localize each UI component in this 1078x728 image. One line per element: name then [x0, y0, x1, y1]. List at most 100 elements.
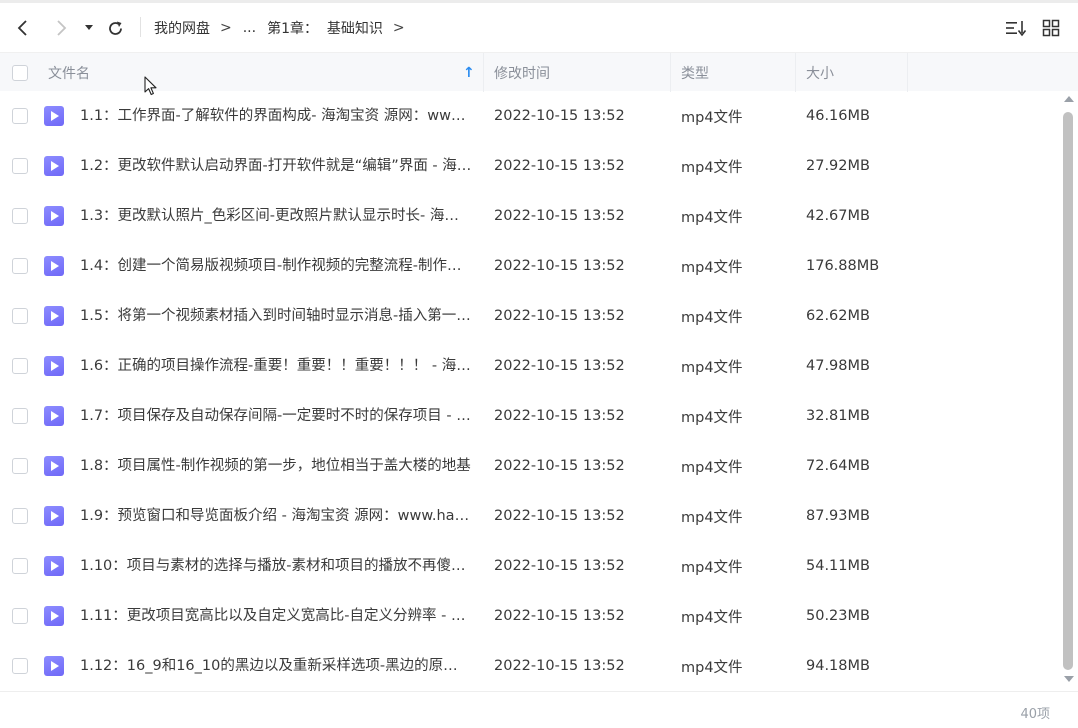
file-size: 42.67MB [806, 208, 870, 224]
back-button[interactable] [12, 17, 34, 39]
file-name[interactable]: 1.11：更改项目宽高比以及自定义宽高比-自定义分辨率 - 海淘宝资 [80, 591, 472, 641]
file-name[interactable]: 1.3：更改默认照片_色彩区间-更改照片默认显示时长- 海淘宝资 [80, 191, 472, 241]
toolbar-separator [140, 17, 141, 37]
table-row[interactable]: 1.7：项目保存及自动保存间隔-一定要时不时的保存项目 - 海淘宝资 2022-… [0, 391, 1060, 441]
row-checkbox[interactable] [12, 608, 28, 624]
row-checkbox-cell[interactable] [12, 541, 28, 591]
table-row[interactable]: 1.10：项目与素材的选择与播放-素材和项目的播放不再傻傻分不清 2022-10… [0, 541, 1060, 591]
file-name[interactable]: 1.5：将第一个视频素材插入到时间轴时显示消息-插入第一个视频 [80, 291, 472, 341]
table-row[interactable]: 1.3：更改默认照片_色彩区间-更改照片默认显示时长- 海淘宝资 2022-10… [0, 191, 1060, 241]
video-file-icon [44, 406, 64, 426]
select-all-checkbox-cell[interactable] [12, 53, 28, 92]
file-name[interactable]: 1.8：项目属性-制作视频的第一步，地位相当于盖大楼的地基 [80, 441, 472, 491]
file-name[interactable]: 1.4：创建一个简易版视频项目-制作视频的完整流程-制作视频 [80, 241, 472, 291]
breadcrumb-separator: > [220, 19, 232, 36]
file-name[interactable]: 1.9：预览窗口和导览面板介绍 - 海淘宝资 源网：www.haitao [80, 491, 472, 541]
column-header-name[interactable]: 文件名 [48, 53, 90, 92]
toolbar: 我的网盘 > ... 第1章： 基础知识 > [0, 3, 1078, 52]
row-checkbox-cell[interactable] [12, 391, 28, 441]
caret-down-icon [85, 25, 93, 30]
breadcrumb-root[interactable]: 我的网盘 [154, 18, 210, 38]
column-header-modified[interactable]: 修改时间 [494, 53, 550, 92]
row-checkbox[interactable] [12, 308, 28, 324]
file-modified-time: 2022-10-15 13:52 [494, 458, 625, 474]
column-header-size[interactable]: 大小 [806, 53, 834, 92]
scroll-up-arrow-icon[interactable] [1064, 96, 1074, 102]
row-checkbox[interactable] [12, 358, 28, 374]
table-row[interactable]: 1.5：将第一个视频素材插入到时间轴时显示消息-插入第一个视频 2022-10-… [0, 291, 1060, 341]
row-checkbox-cell[interactable] [12, 641, 28, 691]
file-modified-time: 2022-10-15 13:52 [494, 658, 625, 674]
row-checkbox-cell[interactable] [12, 341, 28, 391]
select-all-checkbox[interactable] [12, 64, 28, 81]
row-checkbox-cell[interactable] [12, 191, 28, 241]
file-name[interactable]: 1.10：项目与素材的选择与播放-素材和项目的播放不再傻傻分不清 [80, 541, 472, 591]
file-modified-time: 2022-10-15 13:52 [494, 508, 625, 524]
row-checkbox-cell[interactable] [12, 291, 28, 341]
file-modified-time: 2022-10-15 13:52 [494, 158, 625, 174]
table-row[interactable]: 1.6：正确的项目操作流程-重要！重要！！重要！！！ - 海淘宝资 2022-1… [0, 341, 1060, 391]
video-file-icon [44, 506, 64, 526]
table-row[interactable]: 1.12：16_9和16_10的黑边以及重新采样选项-黑边的原因及解决 2022… [0, 641, 1060, 691]
row-checkbox[interactable] [12, 408, 28, 424]
video-file-icon [44, 606, 64, 626]
table-row[interactable]: 1.8：项目属性-制作视频的第一步，地位相当于盖大楼的地基 2022-10-15… [0, 441, 1060, 491]
column-divider[interactable] [483, 53, 484, 92]
video-file-icon [44, 356, 64, 376]
grid-view-button[interactable] [1040, 17, 1062, 39]
breadcrumb-current[interactable]: 第1章： 基础知识 [267, 18, 383, 38]
column-divider[interactable] [670, 53, 671, 92]
file-type: mp4文件 [681, 559, 743, 576]
row-checkbox[interactable] [12, 658, 28, 674]
history-dropdown-button[interactable] [82, 17, 96, 39]
file-size: 47.98MB [806, 358, 870, 374]
vertical-scrollbar[interactable] [1060, 91, 1078, 691]
column-header-type[interactable]: 类型 [681, 53, 709, 92]
row-checkbox-cell[interactable] [12, 591, 28, 641]
row-checkbox[interactable] [12, 158, 28, 174]
row-checkbox[interactable] [12, 558, 28, 574]
refresh-button[interactable] [104, 17, 126, 39]
row-checkbox[interactable] [12, 208, 28, 224]
file-type: mp4文件 [681, 359, 743, 376]
file-list: 1.1：工作界面-了解软件的界面构成- 海淘宝资 源网：www.h 2022-1… [0, 91, 1060, 691]
file-name[interactable]: 1.7：项目保存及自动保存间隔-一定要时不时的保存项目 - 海淘宝资 [80, 391, 472, 441]
file-name[interactable]: 1.12：16_9和16_10的黑边以及重新采样选项-黑边的原因及解决 [80, 641, 472, 691]
row-checkbox-cell[interactable] [12, 241, 28, 291]
file-size: 62.62MB [806, 308, 870, 324]
table-row[interactable]: 1.9：预览窗口和导览面板介绍 - 海淘宝资 源网：www.haitao 202… [0, 491, 1060, 541]
table-row[interactable]: 1.11：更改项目宽高比以及自定义宽高比-自定义分辨率 - 海淘宝资 2022-… [0, 591, 1060, 641]
file-modified-time: 2022-10-15 13:52 [494, 208, 625, 224]
sort-arrow-icon[interactable]: ↑ [463, 53, 475, 92]
scroll-down-arrow-icon[interactable] [1064, 676, 1074, 682]
table-row[interactable]: 1.1：工作界面-了解软件的界面构成- 海淘宝资 源网：www.h 2022-1… [0, 91, 1060, 141]
file-size: 94.18MB [806, 658, 870, 674]
file-modified-time: 2022-10-15 13:52 [494, 608, 625, 624]
column-divider[interactable] [795, 53, 796, 92]
sort-button[interactable] [1005, 17, 1027, 39]
forward-button[interactable] [50, 17, 72, 39]
file-name[interactable]: 1.6：正确的项目操作流程-重要！重要！！重要！！！ - 海淘宝资 [80, 341, 472, 391]
scrollbar-thumb[interactable] [1063, 112, 1073, 670]
column-divider[interactable] [907, 53, 908, 92]
breadcrumb-ellipsis[interactable]: ... [243, 20, 256, 36]
row-checkbox-cell[interactable] [12, 441, 28, 491]
row-checkbox[interactable] [12, 258, 28, 274]
row-checkbox-cell[interactable] [12, 491, 28, 541]
video-file-icon [44, 206, 64, 226]
file-name[interactable]: 1.2：更改软件默认启动界面-打开软件就是“编辑”界面 - 海淘宝资 [80, 141, 472, 191]
file-size: 46.16MB [806, 108, 870, 124]
breadcrumb-separator: > [392, 19, 405, 36]
file-type: mp4文件 [681, 609, 743, 626]
table-row[interactable]: 1.4：创建一个简易版视频项目-制作视频的完整流程-制作视频 2022-10-1… [0, 241, 1060, 291]
row-checkbox-cell[interactable] [12, 141, 28, 191]
row-checkbox[interactable] [12, 108, 28, 124]
row-checkbox[interactable] [12, 508, 28, 524]
file-size: 50.23MB [806, 608, 870, 624]
table-row[interactable]: 1.2：更改软件默认启动界面-打开软件就是“编辑”界面 - 海淘宝资 2022-… [0, 141, 1060, 191]
row-checkbox[interactable] [12, 458, 28, 474]
file-name[interactable]: 1.1：工作界面-了解软件的界面构成- 海淘宝资 源网：www.h [80, 91, 472, 141]
breadcrumb: 我的网盘 > ... 第1章： 基础知识 > [154, 3, 416, 52]
row-checkbox-cell[interactable] [12, 91, 28, 141]
item-count: 40项 [1020, 707, 1050, 722]
